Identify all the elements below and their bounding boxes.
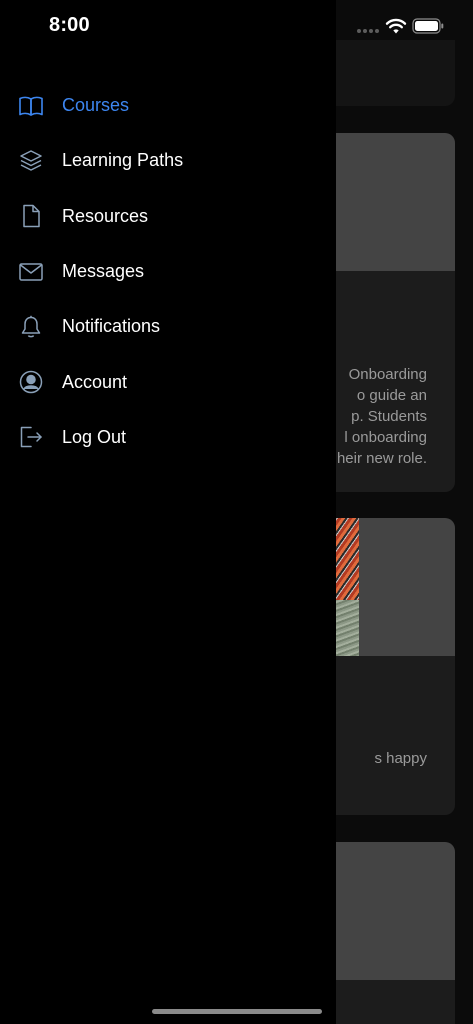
battery-icon [412,18,444,34]
menu-item-courses[interactable]: Courses [0,78,336,133]
menu-item-label: Learning Paths [62,150,184,171]
bell-icon [18,314,44,340]
user-circle-icon [18,369,44,395]
menu-item-log-out[interactable]: Log Out [0,410,336,465]
menu-item-label: Log Out [62,426,127,447]
menu-item-label: Account [62,371,128,392]
layers-icon [18,148,44,174]
menu-item-messages[interactable]: Messages [0,244,336,299]
book-open-icon [18,93,44,119]
menu-item-notifications[interactable]: Notifications [0,299,336,354]
menu-item-label: Notifications [62,316,161,337]
mail-icon [18,259,44,285]
menu-item-learning-paths[interactable]: Learning Paths [0,133,336,188]
status-time: 8:00 [49,14,90,36]
cellular-signal-icon [357,29,379,33]
home-indicator[interactable] [152,1009,322,1014]
menu-item-resources[interactable]: Resources [0,189,336,244]
menu-item-label: Resources [62,205,149,226]
menu-item-label: Messages [62,261,145,282]
wifi-icon [385,18,407,34]
app-screen: Onboarding o guide an p. Students l onbo… [0,0,473,1024]
menu-item-label: Courses [62,95,130,116]
drawer-menu: Courses Learning Paths Resources Message… [0,78,336,465]
file-icon [18,203,44,229]
menu-item-account[interactable]: Account [0,354,336,409]
log-out-icon [18,424,44,450]
status-bar: 8:00 [0,0,473,54]
